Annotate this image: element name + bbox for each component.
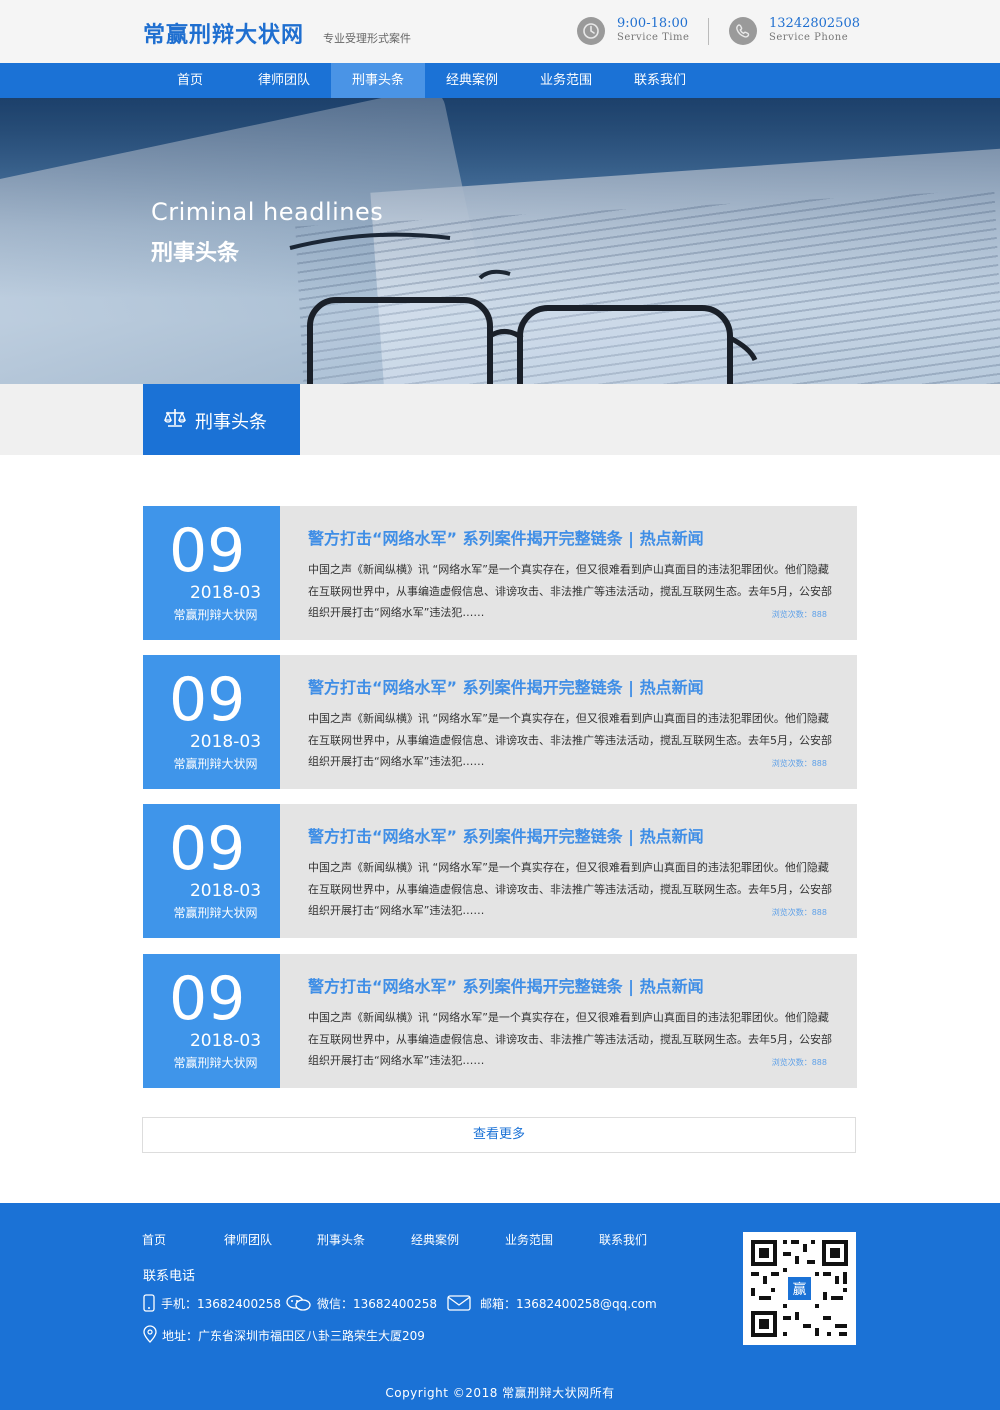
news-source: 常赢刑辩大状网 xyxy=(173,1056,258,1070)
news-date-box: 09 2018-03 常赢刑辩大状网 xyxy=(143,954,280,1088)
nav-item-services[interactable]: 业务范围 xyxy=(519,63,613,98)
news-day: 09 xyxy=(169,665,246,735)
banner-title-cn: 刑事头条 xyxy=(151,241,240,266)
news-title[interactable]: 警方打击“网络水军” 系列案件揭开完整链条 | 热点新闻 xyxy=(308,973,704,997)
news-views: 浏览次数：888 xyxy=(771,1058,827,1067)
service-phone-label: Service Phone xyxy=(769,32,849,43)
news-source: 常赢刑辩大状网 xyxy=(173,757,258,771)
news-year-month: 2018-03 xyxy=(189,881,262,901)
site-logo[interactable]: 常赢刑辩大状网 xyxy=(143,17,304,49)
site-slogan: 专业受理形式案件 xyxy=(323,32,411,45)
section-tab: 刑事头条 xyxy=(143,384,300,455)
footer-nav-home[interactable]: 首页 xyxy=(142,1231,166,1248)
footer-nav-team[interactable]: 律师团队 xyxy=(224,1231,272,1248)
news-title[interactable]: 警方打击“网络水军” 系列案件揭开完整链条 | 热点新闻 xyxy=(308,823,704,847)
location-pin-icon xyxy=(143,1325,157,1343)
footer-nav-cases[interactable]: 经典案例 xyxy=(411,1231,459,1248)
view-more-button[interactable]: 查看更多 xyxy=(142,1117,856,1153)
section-title: 刑事头条 xyxy=(195,412,267,433)
news-year-month: 2018-03 xyxy=(189,1031,262,1051)
header-divider xyxy=(708,18,709,45)
page: 常赢刑辩大状网 专业受理形式案件 9:00-18:00 Service Time… xyxy=(0,0,1000,1410)
phone-icon xyxy=(729,17,757,45)
site-header: 常赢刑辩大状网 专业受理形式案件 9:00-18:00 Service Time… xyxy=(0,0,1000,63)
news-summary: 中国之声《新闻纵横》讯 “网络水军”是一个真实存在，但又很难看到庐山真面目的违法… xyxy=(308,1011,832,1067)
banner-title-en: Criminal headlines xyxy=(151,198,384,226)
contact-address-text: 地址：广东省深圳市福田区八卦三路荣生大厦209 xyxy=(162,1329,425,1343)
footer-nav-headlines[interactable]: 刑事头条 xyxy=(317,1231,365,1248)
scales-icon xyxy=(164,409,186,427)
news-day: 09 xyxy=(169,814,246,884)
news-year-month: 2018-03 xyxy=(189,583,262,603)
news-views: 浏览次数：888 xyxy=(771,908,827,917)
wechat-icon xyxy=(286,1295,311,1311)
mobile-icon xyxy=(143,1294,155,1312)
news-date-box: 09 2018-03 常赢刑辩大状网 xyxy=(143,804,280,938)
news-item[interactable]: 09 2018-03 常赢刑辩大状网 警方打击“网络水军” 系列案件揭开完整链条… xyxy=(143,506,857,640)
footer-nav-services[interactable]: 业务范围 xyxy=(505,1231,553,1248)
nav-item-home[interactable]: 首页 xyxy=(143,63,237,98)
news-date-box: 09 2018-03 常赢刑辩大状网 xyxy=(143,655,280,789)
news-item[interactable]: 09 2018-03 常赢刑辩大状网 警方打击“网络水军” 系列案件揭开完整链条… xyxy=(143,655,857,789)
copyright-text: Copyright ©2018 常赢刑辩大状网所有 xyxy=(385,1386,615,1400)
news-day: 09 xyxy=(169,516,246,586)
news-day: 09 xyxy=(169,964,246,1034)
contact-heading: 联系电话 xyxy=(143,1269,196,1284)
news-summary: 中国之声《新闻纵横》讯 “网络水军”是一个真实存在，但又很难看到庐山真面目的违法… xyxy=(308,563,832,619)
service-time-value: 9:00-18:00 xyxy=(617,16,689,31)
news-year-month: 2018-03 xyxy=(189,732,262,752)
news-views: 浏览次数：888 xyxy=(771,610,827,619)
hero-banner: Criminal headlines 刑事头条 xyxy=(0,98,1000,384)
contact-wechat-text: 微信：13682400258 xyxy=(317,1297,437,1311)
email-icon xyxy=(447,1295,471,1311)
site-footer: 首页 律师团队 刑事头条 经典案例 业务范围 联系我们 联系电话 手机：1368… xyxy=(0,1203,1000,1410)
news-source: 常赢刑辩大状网 xyxy=(173,906,258,920)
nav-item-headlines[interactable]: 刑事头条 xyxy=(331,63,425,98)
service-phone-value[interactable]: 13242802508 xyxy=(769,16,860,31)
news-title[interactable]: 警方打击“网络水军” 系列案件揭开完整链条 | 热点新闻 xyxy=(308,525,704,549)
news-item[interactable]: 09 2018-03 常赢刑辩大状网 警方打击“网络水军” 系列案件揭开完整链条… xyxy=(143,804,857,938)
qr-code: 赢 xyxy=(743,1232,856,1345)
footer-nav-contact[interactable]: 联系我们 xyxy=(599,1231,647,1248)
news-summary: 中国之声《新闻纵横》讯 “网络水军”是一个真实存在，但又很难看到庐山真面目的违法… xyxy=(308,861,832,917)
section-title-bar: 刑事头条 xyxy=(0,384,1000,455)
news-source: 常赢刑辩大状网 xyxy=(173,608,258,622)
news-item[interactable]: 09 2018-03 常赢刑辩大状网 警方打击“网络水军” 系列案件揭开完整链条… xyxy=(143,954,857,1088)
nav-item-contact[interactable]: 联系我们 xyxy=(613,63,707,98)
news-date-box: 09 2018-03 常赢刑辩大状网 xyxy=(143,506,280,640)
news-title[interactable]: 警方打击“网络水军” 系列案件揭开完整链条 | 热点新闻 xyxy=(308,674,704,698)
qr-code-image: 赢 xyxy=(751,1240,848,1337)
qr-center-logo: 赢 xyxy=(793,1281,807,1298)
contact-email-text[interactable]: 邮箱：13682400258@qq.com xyxy=(480,1295,657,1312)
nav-item-team[interactable]: 律师团队 xyxy=(237,63,331,98)
news-views: 浏览次数：888 xyxy=(771,759,827,768)
contact-mobile-text: 手机：13682400258 xyxy=(161,1297,281,1311)
banner-shade xyxy=(0,98,1000,384)
nav-item-cases[interactable]: 经典案例 xyxy=(425,63,519,98)
service-time-label: Service Time xyxy=(617,32,690,43)
news-summary: 中国之声《新闻纵横》讯 “网络水军”是一个真实存在，但又很难看到庐山真面目的违法… xyxy=(308,712,832,768)
clock-icon xyxy=(577,17,605,45)
main-nav: 首页 律师团队 刑事头条 经典案例 业务范围 联系我们 xyxy=(0,63,1000,98)
